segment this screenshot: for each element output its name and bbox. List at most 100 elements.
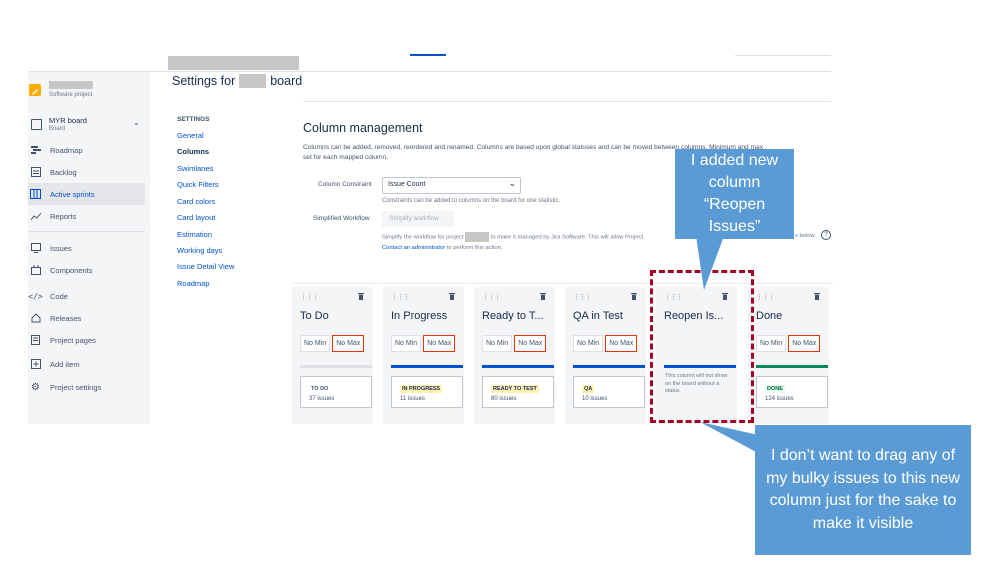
column-title[interactable]: To Do [300, 310, 329, 322]
settings-nav-columns[interactable]: Columns [177, 147, 209, 156]
settings-nav-general[interactable]: General [177, 131, 204, 140]
workflow-label: Simplified Workflow [313, 215, 370, 222]
sidebar-item-components[interactable]: Components [28, 259, 145, 281]
sidebar-item-label: Reports [50, 211, 77, 221]
board-column-qa-in-test[interactable]: ⋮⋮⋮ QA in Test No Min No Max QA 10 issue… [565, 287, 646, 424]
trash-icon[interactable] [631, 292, 637, 300]
settings-nav-roadmap[interactable]: Roadmap [177, 279, 210, 288]
max-field[interactable]: No Max [423, 335, 456, 352]
settings-nav-card-layout[interactable]: Card layout [177, 213, 215, 222]
settings-nav-issue-detail-view[interactable]: Issue Detail View [177, 262, 234, 271]
sidebar-item-project-pages[interactable]: Project pages [28, 329, 145, 351]
board-column-in-progress[interactable]: ⋮⋮⋮ In Progress No Min No Max IN PROGRES… [383, 287, 464, 424]
workflow-help-d: to perform this action. [446, 244, 503, 251]
sidebar-item-backlog[interactable]: Backlog [28, 161, 145, 183]
issues-icon [30, 243, 41, 254]
sidebar-item-reports[interactable]: Reports [28, 205, 145, 227]
drag-handle-icon[interactable]: ⋮⋮⋮ [482, 293, 501, 301]
reports-icon [30, 211, 41, 222]
redacted-project-key [465, 232, 490, 242]
workflow-help-b: to make it managed by Jira Software. Thi… [490, 234, 644, 241]
board-column-done[interactable]: ⋮⋮⋮ Done No Min No Max DONE 124 issues [748, 287, 829, 424]
sidebar-item-add-item[interactable]: Add item [28, 353, 145, 375]
min-field[interactable]: No Min [300, 335, 331, 352]
trash-icon[interactable] [540, 292, 546, 300]
workflow-help-a: Simplify the workflow for project [382, 234, 464, 241]
column-color-bar [300, 365, 372, 368]
column-title[interactable]: In Progress [391, 310, 447, 322]
redacted-board-name [239, 74, 267, 88]
board-column-ready-to-test[interactable]: ⋮⋮⋮ Ready to T... No Min No Max READY TO… [474, 287, 555, 424]
sidebar-item-label: Components [50, 265, 93, 275]
workflow-help-tail: s below. [795, 233, 816, 239]
section-title: Column management [303, 121, 423, 135]
status-card[interactable]: QA 10 issues [573, 376, 645, 408]
settings-nav-card-colors[interactable]: Card colors [177, 197, 215, 206]
drag-handle-icon[interactable]: ⋮⋮⋮ [756, 293, 775, 301]
status-card[interactable]: TO DO 37 issues [300, 376, 372, 408]
column-min-max: No Min No Max [300, 335, 365, 352]
column-min-max: No Min No Max [482, 335, 547, 352]
issue-count: 124 issues [765, 396, 794, 402]
status-lozenge: DONE [765, 385, 785, 393]
status-card[interactable]: DONE 124 issues [756, 376, 828, 408]
max-field[interactable]: No Max [605, 335, 638, 352]
trash-icon[interactable] [814, 292, 820, 300]
column-title[interactable]: QA in Test [573, 310, 623, 322]
callout-bottom-text: I don’t want to drag any of my bulky iss… [766, 447, 960, 532]
board-switcher[interactable]: MYR board Board ⌄ [28, 114, 145, 136]
sidebar-item-issues[interactable]: Issues [28, 237, 145, 259]
sprint-board-icon [30, 189, 41, 200]
sidebar-item-project-settings[interactable]: ⚙ Project settings [28, 376, 145, 398]
chevron-down-icon: ⌄ [508, 178, 516, 188]
column-color-bar [573, 365, 645, 368]
status-card[interactable]: IN PROGRESS 11 issues [391, 376, 463, 408]
top-nav-indicator [410, 54, 446, 56]
simplify-workflow-button[interactable]: Simplify workflow [382, 211, 454, 227]
min-field[interactable]: No Min [756, 335, 787, 352]
trash-icon[interactable] [358, 292, 364, 300]
pages-icon [30, 335, 41, 346]
drag-handle-icon[interactable]: ⋮⋮⋮ [300, 293, 319, 301]
page-title-suffix: board [270, 74, 303, 88]
help-icon[interactable]: ? [821, 230, 831, 240]
title-divider [303, 101, 831, 102]
max-field[interactable]: No Max [332, 335, 365, 352]
min-field[interactable]: No Min [391, 335, 422, 352]
status-card[interactable]: READY TO TEST 80 issues [482, 376, 554, 408]
max-field[interactable]: No Max [514, 335, 547, 352]
sidebar-item-roadmap[interactable]: Roadmap [28, 139, 145, 161]
contact-admin-link[interactable]: Contact an administrator [382, 245, 445, 251]
callout-bottom: I don’t want to drag any of my bulky iss… [755, 425, 971, 555]
project-avatar[interactable] [29, 84, 41, 96]
drag-handle-icon[interactable]: ⋮⋮⋮ [573, 293, 592, 301]
column-title[interactable]: Ready to T... [482, 310, 544, 322]
min-field[interactable]: No Min [482, 335, 513, 352]
constraint-select[interactable]: Issue Count ⌄ [382, 177, 521, 194]
column-min-max: No Min No Max [573, 335, 638, 352]
page-title: Settings for board [172, 74, 302, 88]
sidebar-item-releases[interactable]: Releases [28, 307, 145, 329]
max-field[interactable]: No Max [788, 335, 821, 352]
min-field[interactable]: No Min [573, 335, 604, 352]
top-search-field[interactable] [735, 55, 831, 56]
sidebar-item-code[interactable]: </> Code [28, 285, 145, 307]
sidebar-item-label: Releases [50, 313, 82, 323]
constraint-help: Constraints can be added to columns on t… [382, 198, 561, 204]
settings-nav-working-days[interactable]: Working days [177, 246, 222, 255]
backlog-icon [30, 167, 41, 178]
sidebar-item-active-sprints[interactable]: Active sprints [28, 183, 145, 205]
redacted-project-name [49, 81, 93, 89]
settings-nav-quick-filters[interactable]: Quick Filters [177, 180, 219, 189]
column-title[interactable]: Done [756, 310, 782, 322]
workflow-help: Simplify the workflow for project to mak… [382, 232, 643, 253]
drag-handle-icon[interactable]: ⋮⋮⋮ [391, 293, 410, 301]
trash-icon[interactable] [449, 292, 455, 300]
board-column-to-do[interactable]: ⋮⋮⋮ To Do No Min No Max TO DO 37 issues [292, 287, 373, 424]
workflow-help-line-2: Contact an administrator to perform this… [382, 243, 643, 253]
settings-nav-estimation[interactable]: Estimation [177, 230, 212, 239]
issue-count: 37 issues [309, 396, 335, 402]
settings-nav-swimlanes[interactable]: Swimlanes [177, 164, 213, 173]
board-name: MYR board [49, 116, 87, 125]
reopen-highlight-box [650, 270, 754, 423]
